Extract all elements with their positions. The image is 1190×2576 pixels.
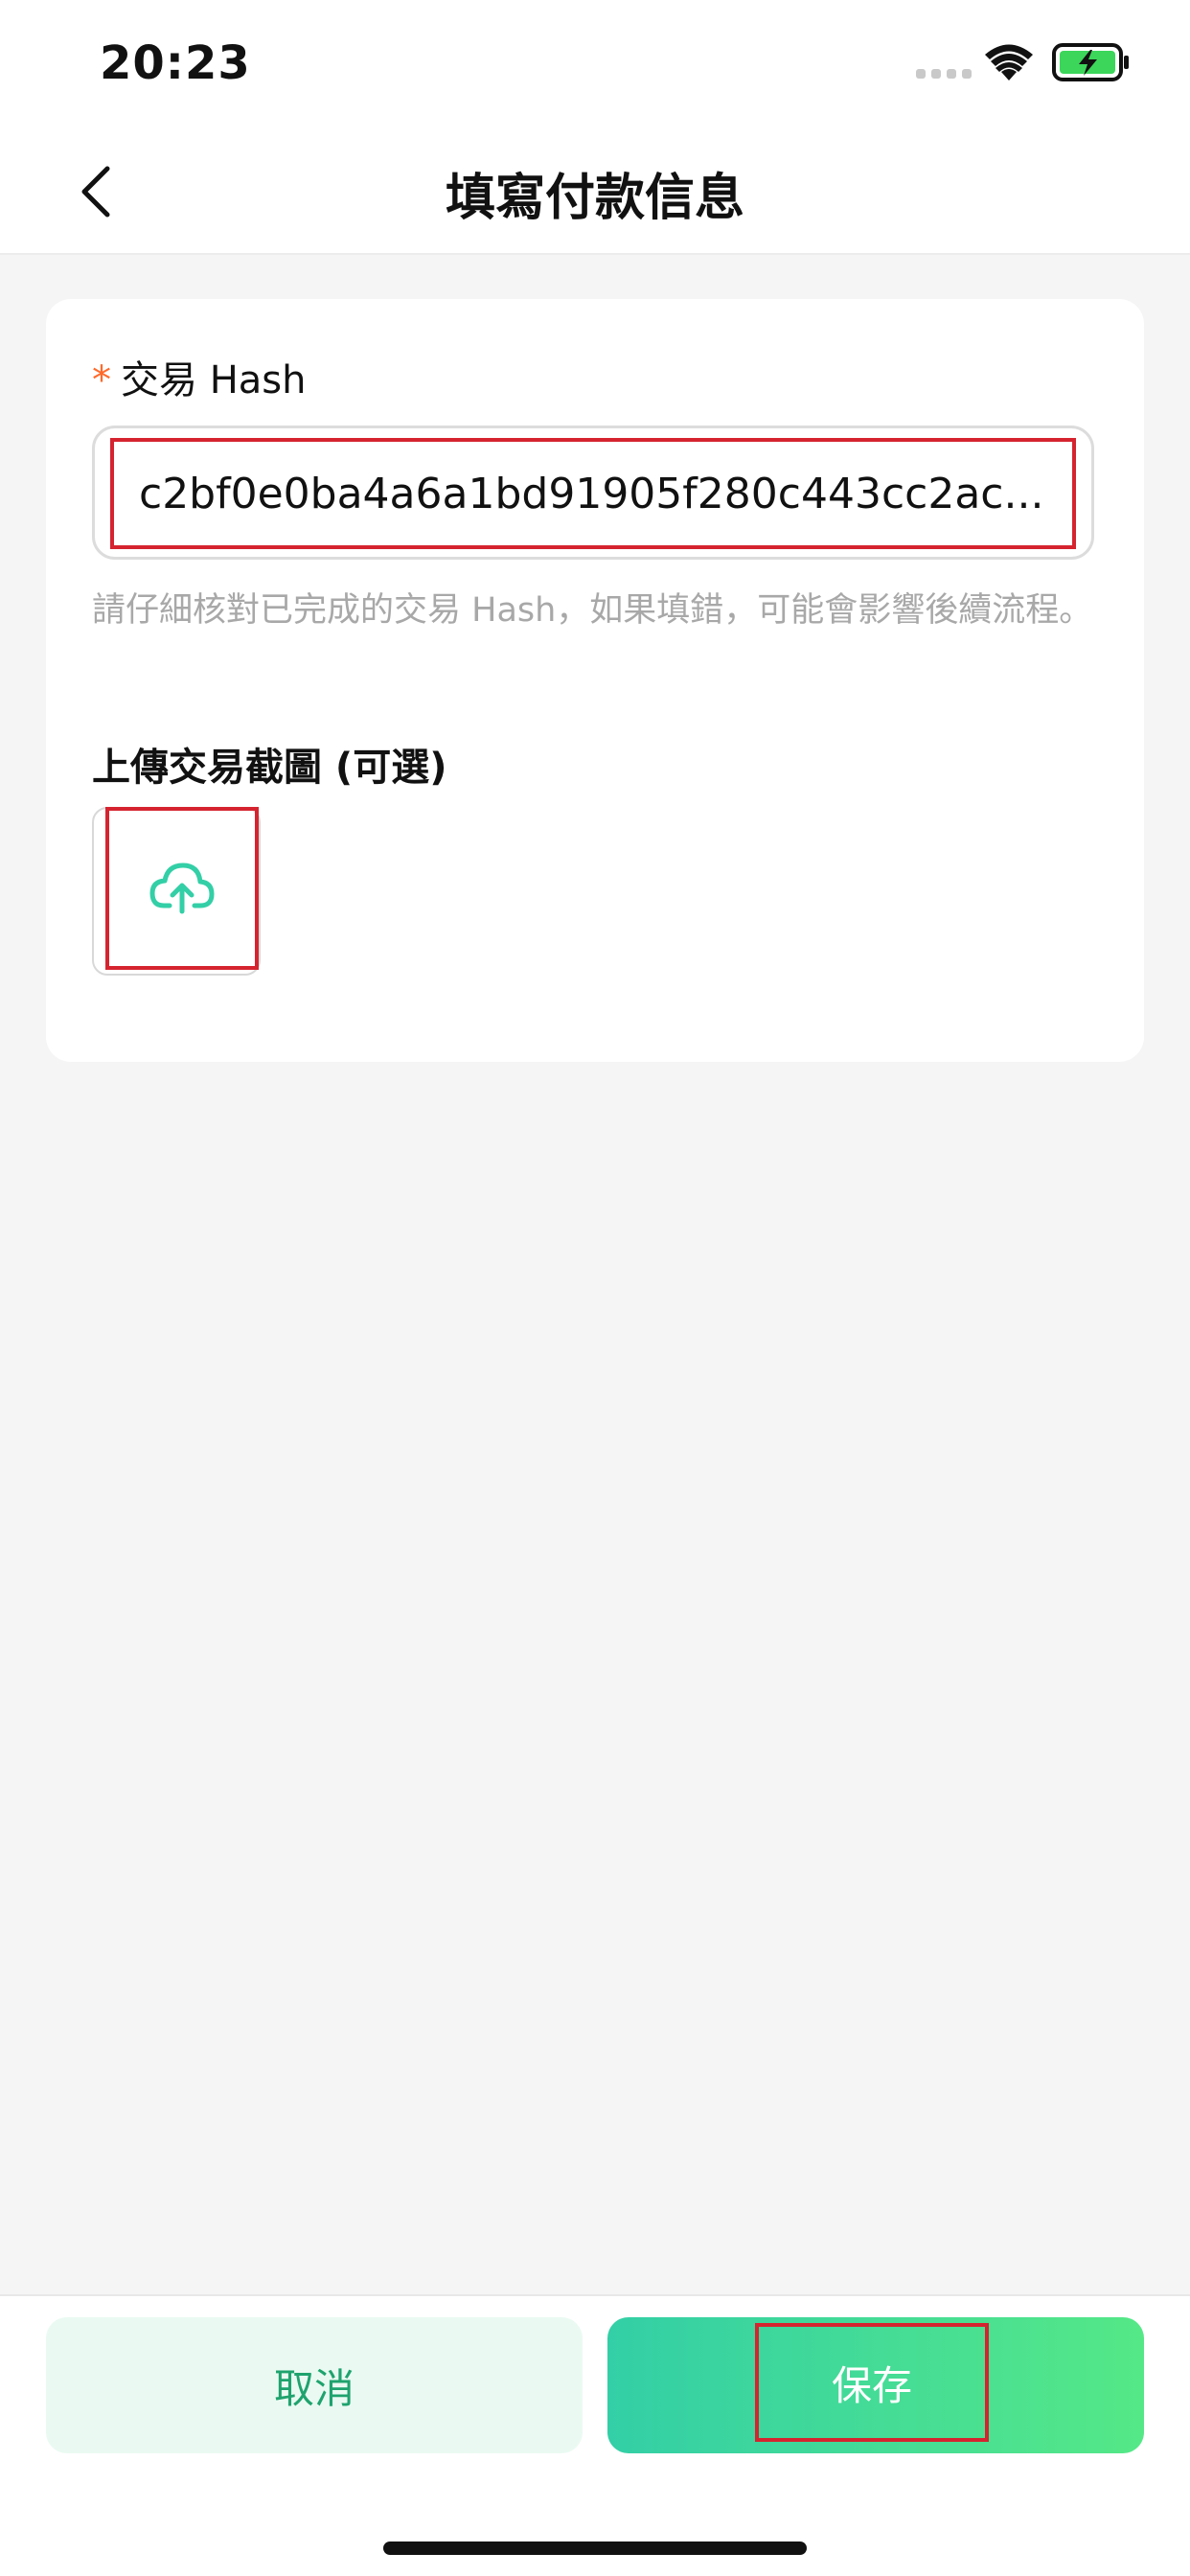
status-bar: 20:23: [0, 0, 1190, 128]
hash-input[interactable]: [110, 438, 1076, 549]
page-title: 填寫付款信息: [445, 170, 744, 227]
save-button-label: 保存: [755, 2323, 989, 2442]
upload-label: 上傳交易截圖 (可選): [92, 746, 447, 790]
hash-helper-text: 請仔細核對已完成的交易 Hash，如果填錯，可能會影響後續流程。: [92, 591, 1093, 630]
nav-bar: 填寫付款信息: [0, 128, 1190, 255]
wifi-icon: [985, 44, 1033, 80]
cloud-upload-icon: [149, 862, 215, 914]
save-button[interactable]: 保存: [607, 2317, 1144, 2453]
upload-screenshot-button[interactable]: [105, 807, 259, 970]
hash-label-text: 交易 Hash: [121, 358, 307, 402]
cancel-button[interactable]: 取消: [46, 2317, 583, 2453]
home-indicator: [383, 2542, 807, 2555]
cellular-signal-icon: [916, 69, 972, 79]
hash-field-box: [92, 426, 1094, 560]
bottom-action-bar: 取消 保存: [0, 2294, 1190, 2576]
payment-info-card: *交易 Hash 請仔細核對已完成的交易 Hash，如果填錯，可能會影響後續流程…: [46, 299, 1144, 1062]
battery-charging-icon: [1052, 43, 1129, 81]
hash-field-label: * 交易 Hash: [92, 349, 307, 404]
status-time: 20:23: [100, 36, 251, 90]
screen: 20:23 填寫付款信息 * 交易 Hash c2bf0e0ba4a6a1bd9…: [0, 0, 1190, 2576]
required-mark: *: [92, 358, 111, 402]
